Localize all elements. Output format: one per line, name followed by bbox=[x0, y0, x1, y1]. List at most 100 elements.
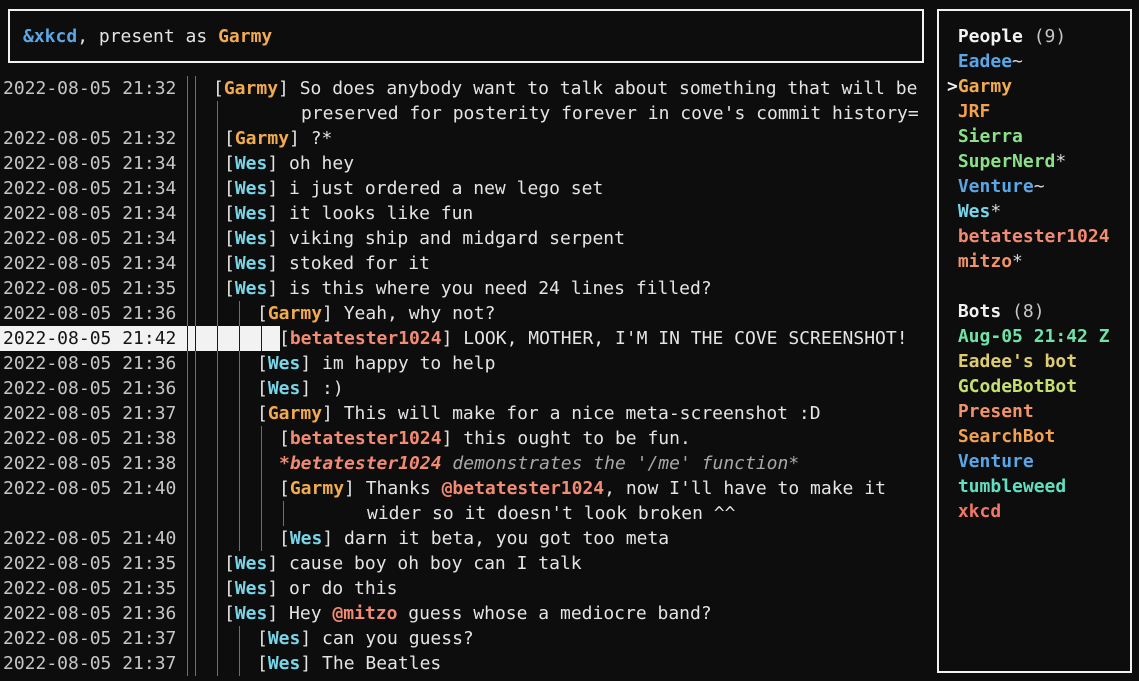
bots-label: Bots bbox=[958, 301, 1001, 322]
chat-line[interactable]: 2022-08-05 21:34[Wes] it looks like fun bbox=[0, 201, 937, 226]
bot-name: GCodeBotBot bbox=[958, 376, 1077, 397]
chat-line[interactable]: 2022-08-05 21:38*betatester1024 demonstr… bbox=[0, 451, 937, 476]
user-list-item[interactable]: Sierra bbox=[939, 124, 1130, 149]
nick-label: Wes bbox=[268, 353, 301, 374]
chat-line[interactable]: 2022-08-05 21:36[Garmy] Yeah, why not? bbox=[0, 301, 937, 326]
chat-line[interactable]: 2022-08-05 21:38[betatester1024] this ou… bbox=[0, 426, 937, 451]
user-list-item[interactable]: Wes* bbox=[939, 199, 1130, 224]
user-list-item[interactable]: Eadee~ bbox=[939, 49, 1130, 74]
thread-line bbox=[283, 501, 284, 526]
thread-line bbox=[239, 351, 240, 376]
nick-label: Garmy bbox=[268, 303, 322, 324]
bot-list-item[interactable]: SearchBot bbox=[939, 424, 1130, 449]
text-segment: wider so it doesn't look broken ^^ bbox=[367, 503, 735, 524]
chat-line[interactable]: 2022-08-05 21:35[Wes] is this where you … bbox=[0, 276, 937, 301]
message-text: [Wes] stoked for it bbox=[224, 251, 430, 276]
text-segment: ] ?* bbox=[289, 128, 332, 149]
text-segment: ] stoked for it bbox=[267, 253, 430, 274]
user-name: betatester1024 bbox=[958, 226, 1110, 247]
thread-line bbox=[195, 101, 196, 126]
chat-line[interactable]: 2022-08-05 21:37[Garmy] This will make f… bbox=[0, 401, 937, 426]
message-cell: [Garmy] Thanks @betatester1024, now I'll… bbox=[187, 476, 937, 501]
message-cell: [Wes] i just ordered a new lego set bbox=[187, 176, 937, 201]
message-cell: [Wes] cause boy oh boy can I talk bbox=[187, 551, 937, 576]
bot-list-item[interactable]: Venture bbox=[939, 449, 1130, 474]
timestamp: 2022-08-05 21:36 bbox=[0, 376, 187, 401]
chat-line[interactable]: 2022-08-05 21:35[Wes] cause boy oh boy c… bbox=[0, 551, 937, 576]
message-cell: [Garmy] Yeah, why not? bbox=[187, 301, 937, 326]
bot-list-item[interactable]: tumbleweed bbox=[939, 474, 1130, 499]
nick-label: Garmy bbox=[268, 403, 322, 424]
thread-line bbox=[195, 251, 196, 276]
user-name: mitzo bbox=[958, 251, 1012, 272]
thread-line bbox=[261, 326, 262, 351]
thread-line bbox=[239, 451, 240, 476]
text-segment: [ bbox=[257, 628, 268, 649]
bot-list-item[interactable]: GCodeBotBot bbox=[939, 374, 1130, 399]
chat-line[interactable]: 2022-08-05 21:36[Wes] Hey @mitzo guess w… bbox=[0, 601, 937, 626]
chat-line[interactable]: 2022-08-05 21:40[Wes] darn it beta, you … bbox=[0, 526, 937, 551]
text-segment: ] oh hey bbox=[267, 153, 354, 174]
nick-label: Wes bbox=[235, 553, 268, 574]
timestamp: 2022-08-05 21:36 bbox=[0, 351, 187, 376]
chat-line[interactable]: 2022-08-05 21:32[Garmy] So does anybody … bbox=[0, 76, 937, 101]
timestamp: 2022-08-05 21:34 bbox=[0, 251, 187, 276]
bot-list-item[interactable]: Eadee's bot bbox=[939, 349, 1130, 374]
user-name: Garmy bbox=[958, 76, 1012, 97]
thread-line bbox=[217, 526, 218, 551]
text-segment: [ bbox=[279, 328, 290, 349]
selection-marker bbox=[947, 401, 958, 422]
chat-line[interactable]: 2022-08-05 21:34[Wes] viking ship and mi… bbox=[0, 226, 937, 251]
thread-line bbox=[239, 401, 240, 426]
timestamp: 2022-08-05 21:38 bbox=[0, 451, 187, 476]
text-segment: ] is this where you need 24 lines filled… bbox=[267, 278, 711, 299]
nick-label: Wes bbox=[235, 278, 268, 299]
timestamp: 2022-08-05 21:37 bbox=[0, 401, 187, 426]
text-segment: ] So does anybody want to talk about som… bbox=[278, 78, 917, 99]
user-list-item[interactable]: mitzo* bbox=[939, 249, 1130, 274]
timestamp: 2022-08-05 21:38 bbox=[0, 426, 187, 451]
selection-marker bbox=[947, 251, 958, 272]
user-list-item[interactable]: Venture~ bbox=[939, 174, 1130, 199]
thread-line bbox=[261, 451, 262, 476]
chat-line[interactable]: 2022-08-05 21:34[Wes] oh hey bbox=[0, 151, 937, 176]
chat-line[interactable]: preserved for posterity forever in cove'… bbox=[0, 101, 937, 126]
thread-line bbox=[195, 126, 196, 151]
chat-line[interactable]: 2022-08-05 21:42[betatester1024] LOOK, M… bbox=[0, 326, 937, 351]
mention: @mitzo bbox=[332, 603, 397, 624]
timestamp: 2022-08-05 21:34 bbox=[0, 201, 187, 226]
text-segment: guess whose a mediocre band? bbox=[397, 603, 711, 624]
text-segment: [ bbox=[257, 353, 268, 374]
message-cell: [Garmy] This will make for a nice meta-s… bbox=[187, 401, 937, 426]
highlight-background bbox=[188, 326, 280, 351]
chat-line[interactable]: 2022-08-05 21:37[Wes] The Beatles bbox=[0, 651, 937, 676]
user-status-suffix: ~ bbox=[1034, 176, 1045, 197]
user-list-item[interactable]: JRF bbox=[939, 99, 1130, 124]
thread-line bbox=[239, 426, 240, 451]
selection-marker bbox=[947, 126, 958, 147]
chat-line[interactable]: 2022-08-05 21:40[Garmy] Thanks @betatest… bbox=[0, 476, 937, 501]
header-text: , present as bbox=[77, 24, 218, 49]
user-list-item[interactable]: >Garmy bbox=[939, 74, 1130, 99]
nick-label: Wes bbox=[235, 253, 268, 274]
chat-line[interactable]: 2022-08-05 21:34 [Wes] stoked for it bbox=[0, 251, 937, 276]
text-segment: preserved for posterity forever in cove'… bbox=[301, 103, 919, 124]
chat-line[interactable]: wider so it doesn't look broken ^^ bbox=[0, 501, 937, 526]
chat-line[interactable]: 2022-08-05 21:36[Wes] :) bbox=[0, 376, 937, 401]
chat-line[interactable]: 2022-08-05 21:32[Garmy] ?* bbox=[0, 126, 937, 151]
chat-line[interactable]: 2022-08-05 21:37[Wes] can you guess? bbox=[0, 626, 937, 651]
message-text: [Wes] im happy to help bbox=[257, 351, 495, 376]
chat-line[interactable]: 2022-08-05 21:34[Wes] i just ordered a n… bbox=[0, 176, 937, 201]
nick-label: Wes bbox=[290, 528, 323, 549]
chat-line[interactable]: 2022-08-05 21:35[Wes] or do this bbox=[0, 576, 937, 601]
thread-line bbox=[195, 201, 196, 226]
selection-marker bbox=[947, 476, 958, 497]
bot-list-item[interactable]: xkcd bbox=[939, 499, 1130, 524]
user-list-item[interactable]: betatester1024 bbox=[939, 224, 1130, 249]
bot-list-item[interactable]: Present bbox=[939, 399, 1130, 424]
nick-label: Wes bbox=[235, 203, 268, 224]
chat-line[interactable]: 2022-08-05 21:36 [Wes] im happy to help bbox=[0, 351, 937, 376]
bot-list-item[interactable]: Aug-05 21:42 Z bbox=[939, 324, 1130, 349]
nick-label: Wes bbox=[235, 578, 268, 599]
user-list-item[interactable]: SuperNerd* bbox=[939, 149, 1130, 174]
